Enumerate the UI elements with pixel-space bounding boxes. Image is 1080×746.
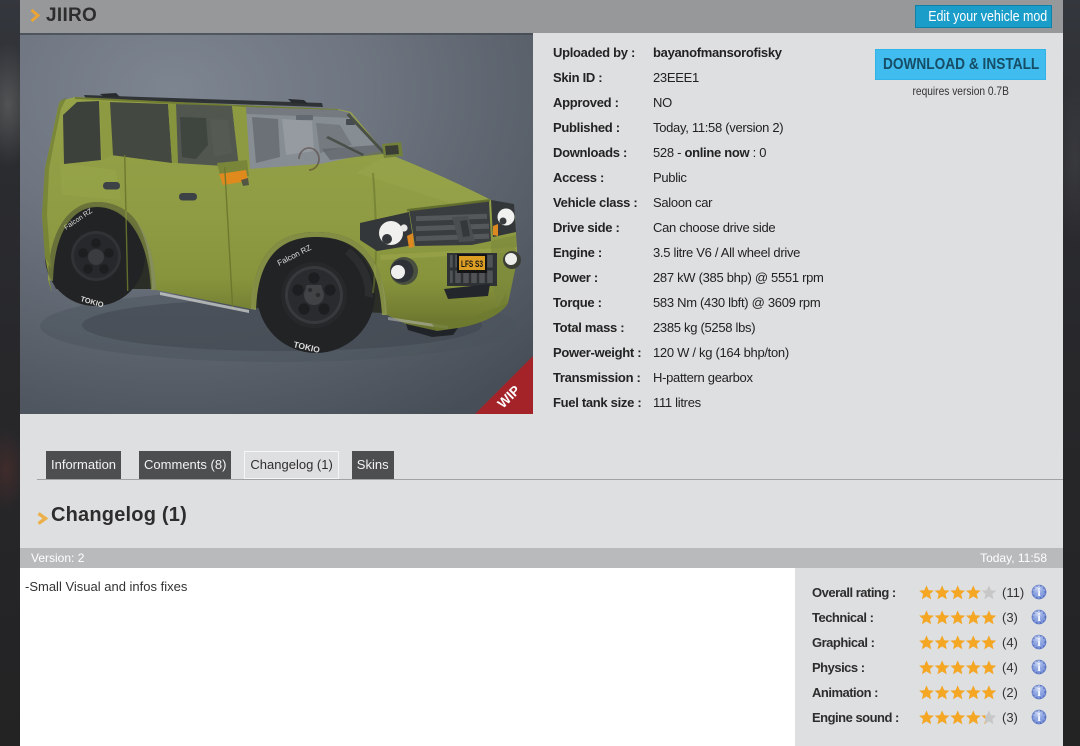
svg-text:LFS S3: LFS S3 — [461, 259, 483, 269]
